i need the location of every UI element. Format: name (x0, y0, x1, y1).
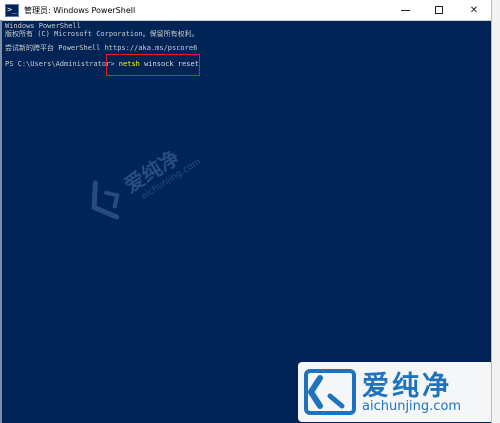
window-left-border (0, 20, 2, 423)
background-window-edge (491, 0, 500, 423)
site-logo: 爱纯净 aichunjing.com (298, 362, 491, 422)
command-highlight-box (106, 54, 200, 76)
logo-url: aichunjing.com (362, 399, 462, 414)
console-line: 尝试新的跨平台 PowerShell https://aka.ms/pscore… (5, 44, 198, 52)
close-button[interactable]: ✕ (457, 0, 491, 20)
logo-text: 爱纯净 (362, 371, 452, 402)
powershell-window: >_ 管理员: Windows PowerShell ✕ Windows Pow… (0, 0, 491, 423)
window-title: 管理员: Windows PowerShell (24, 5, 136, 15)
logo-mark-icon (304, 369, 356, 415)
console-line: 版权所有 (C) Microsoft Corporation。保留所有权利。 (5, 30, 199, 38)
minimize-button[interactable] (388, 0, 422, 20)
powershell-icon: >_ (5, 3, 19, 17)
maximize-icon (435, 6, 443, 14)
center-watermark: 爱纯净 aichunjing.com (76, 105, 259, 266)
maximize-button[interactable] (422, 0, 456, 20)
prompt-path: PS C:\Users\Administrator> (5, 60, 119, 68)
title-bar[interactable]: >_ 管理员: Windows PowerShell ✕ (0, 0, 491, 21)
minimize-icon (400, 9, 410, 11)
close-icon: ✕ (469, 4, 479, 16)
